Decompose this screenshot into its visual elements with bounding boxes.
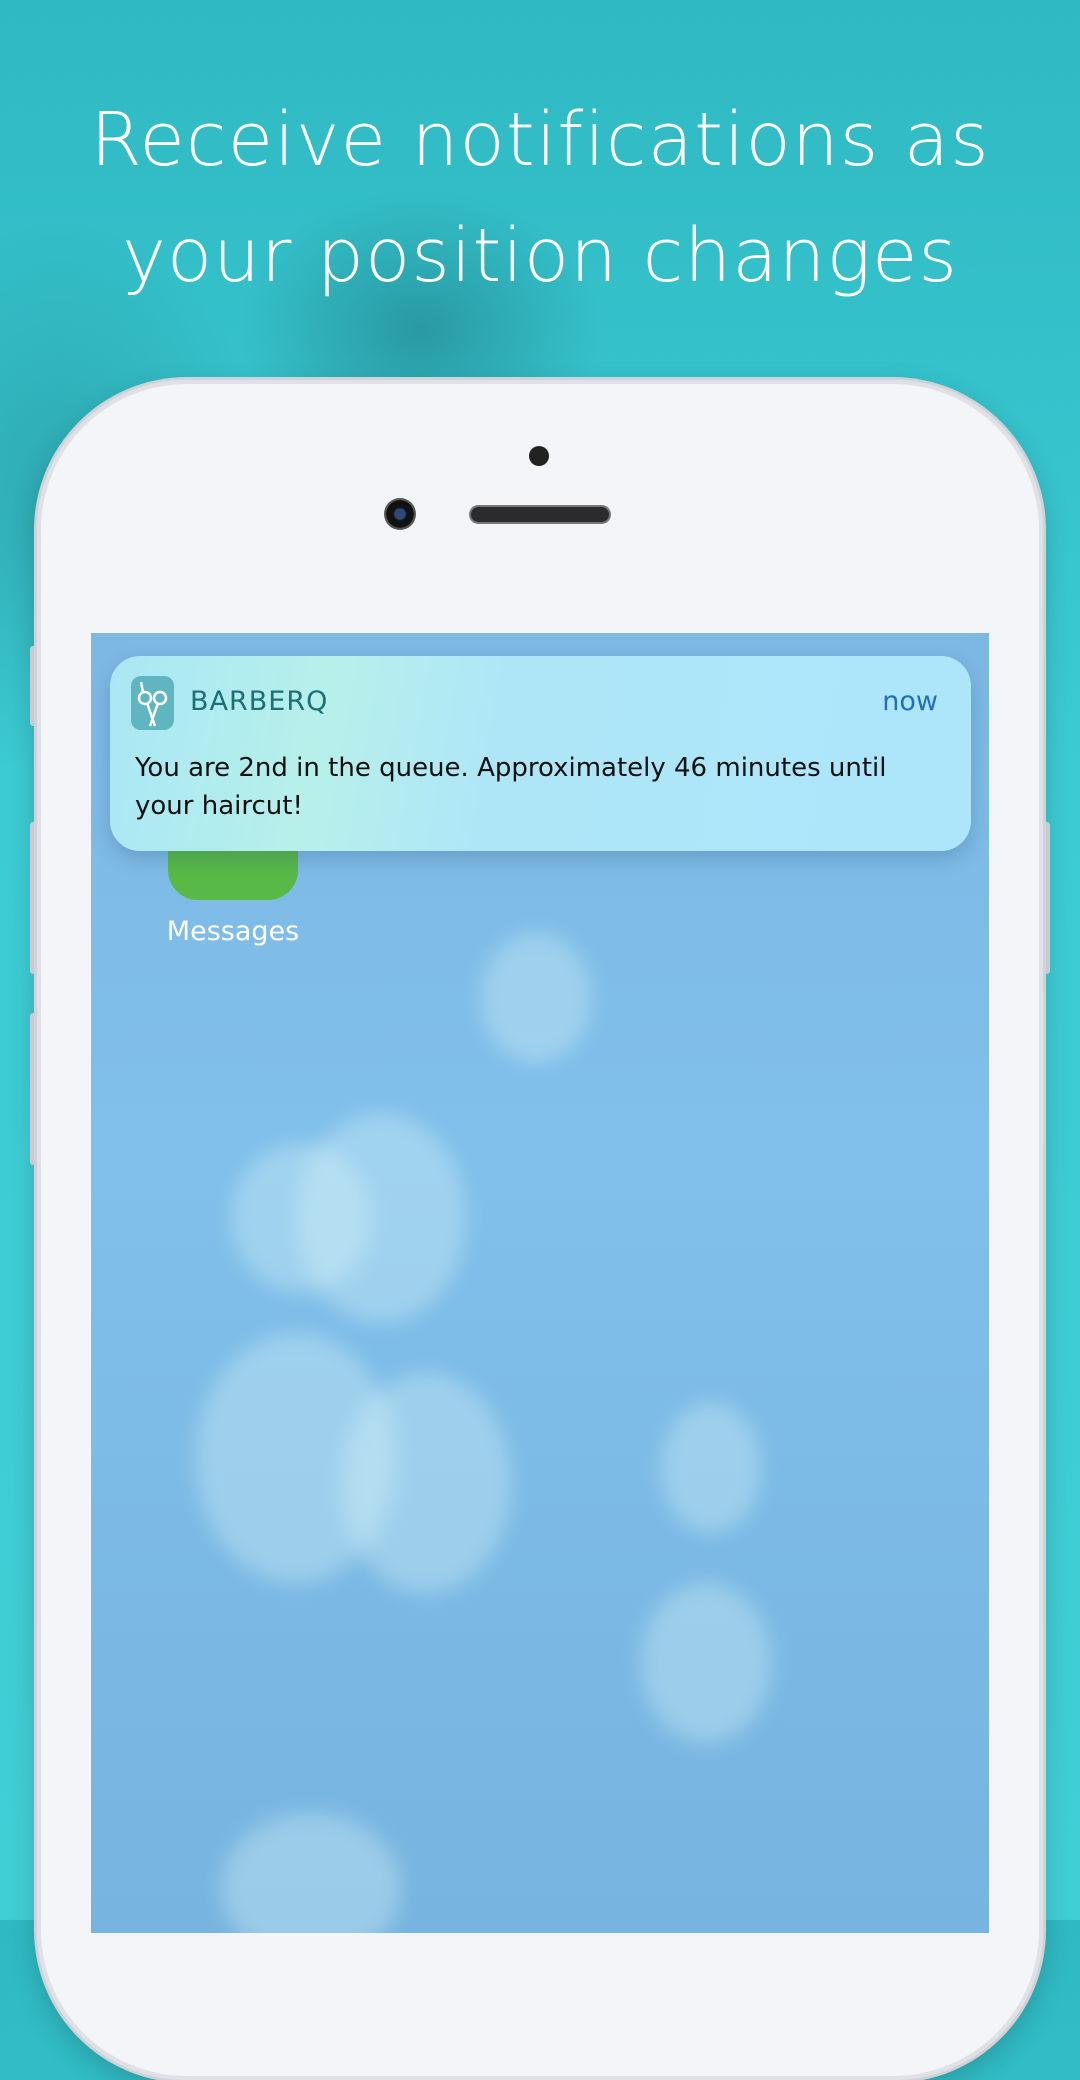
volume-up-button xyxy=(30,822,37,974)
headline-line-1: Receive notifications as xyxy=(90,97,990,183)
earpiece-speaker xyxy=(471,507,609,522)
wallpaper-bokeh xyxy=(661,1403,761,1533)
notification-time: now xyxy=(882,686,938,717)
headline: Receive notifications as your position c… xyxy=(0,82,1080,314)
front-camera xyxy=(386,500,414,528)
mute-switch xyxy=(30,646,37,726)
wallpaper-bokeh xyxy=(296,1113,466,1323)
power-button xyxy=(1043,822,1050,974)
notification-app-name: BARBERQ xyxy=(190,686,329,717)
proximity-sensor xyxy=(529,446,549,466)
wallpaper-bokeh xyxy=(221,1813,401,1933)
headline-line-2: your position changes xyxy=(122,213,958,299)
messages-app-label: Messages xyxy=(166,916,300,947)
wallpaper-bokeh xyxy=(341,1373,511,1593)
wallpaper-bokeh xyxy=(481,933,591,1063)
scissors-icon xyxy=(131,676,174,730)
wallpaper-bokeh xyxy=(641,1583,771,1743)
notification-message: You are 2nd in the queue. Approximately … xyxy=(135,753,887,821)
push-notification[interactable]: BARBERQ now You are 2nd in the queue. Ap… xyxy=(110,656,971,851)
volume-down-button xyxy=(30,1013,37,1165)
